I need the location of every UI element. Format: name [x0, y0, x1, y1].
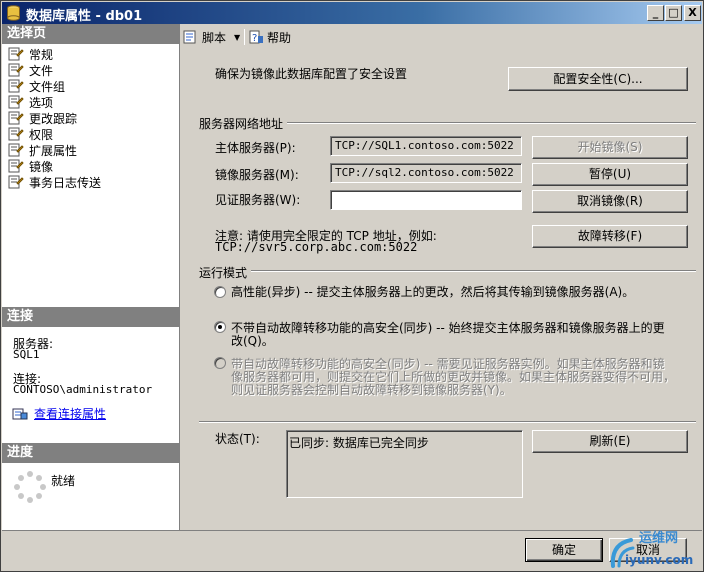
- sidebar-item-label: 常规: [29, 47, 54, 62]
- sidebar-item-general[interactable]: 常规: [8, 46, 53, 62]
- dialog-footer: 确定 取消: [2, 530, 702, 571]
- sidebar-item-options[interactable]: 选项: [8, 94, 53, 110]
- group-divider: [199, 421, 696, 423]
- progress-spinner-icon: [14, 471, 46, 503]
- view-connection-properties-link[interactable]: 查看连接属性: [12, 405, 106, 422]
- database-properties-dialog: 数据库属性 - db01 _ □ X 选择页 常规 文件 文件组 选项 更改跟踪: [0, 0, 704, 572]
- page-icon: [8, 95, 24, 109]
- server-network-header: 服务器网络地址: [199, 117, 284, 131]
- note-line-2: TCP://svr5.corp.abc.com:5022: [215, 240, 418, 254]
- sidebar-item-label: 文件组: [29, 79, 66, 94]
- server-value: SQL1: [13, 348, 40, 361]
- page-icon: [8, 143, 24, 157]
- sidebar-item-mirroring[interactable]: 镜像: [8, 158, 53, 174]
- sidebar-item-label: 文件: [29, 63, 54, 78]
- script-button[interactable]: 脚本 ▼: [183, 28, 240, 46]
- start-mirroring-button[interactable]: 开始镜像(S): [532, 136, 688, 159]
- mirror-label: 镜像服务器(M):: [215, 168, 299, 182]
- mode-high-safety-label-line2[interactable]: 改(Q)。: [231, 332, 274, 349]
- connection-value: CONTOSO\administrator: [13, 383, 153, 396]
- radio-selected-dot: [218, 325, 222, 329]
- refresh-button[interactable]: 刷新(E): [532, 430, 688, 453]
- mode-auto-failover-label-line3[interactable]: 则见证服务器会控制自动故障转移到镜像服务器(Y)。: [231, 381, 512, 398]
- page-icon: [8, 175, 24, 189]
- sidebar-item-permissions[interactable]: 权限: [8, 126, 53, 142]
- page-icon: [8, 63, 24, 77]
- help-button[interactable]: ? 帮助: [248, 28, 291, 46]
- help-label: 帮助: [267, 30, 292, 45]
- group-divider: [251, 270, 696, 272]
- pause-button[interactable]: 暂停(U): [532, 163, 688, 186]
- sidebar-item-filegroups[interactable]: 文件组: [8, 78, 65, 94]
- mode-auto-failover-radio[interactable]: [214, 357, 226, 369]
- page-icon: [8, 127, 24, 141]
- sidebar-item-files[interactable]: 文件: [8, 62, 53, 78]
- maximize-button[interactable]: □: [665, 5, 682, 21]
- sidebar-item-label: 选项: [29, 95, 54, 110]
- sidebar-item-extended-properties[interactable]: 扩展属性: [8, 142, 77, 158]
- progress-status: 就绪: [51, 474, 76, 488]
- page-icon: [8, 79, 24, 93]
- mode-high-performance-label[interactable]: 高性能(异步) -- 提交主体服务器上的更改，然后将其传输到镜像服务器(A)。: [231, 283, 634, 300]
- window-title: 数据库属性 - db01: [26, 9, 143, 24]
- principal-field[interactable]: TCP://SQL1.contoso.com:5022: [330, 136, 522, 156]
- security-note: 确保为镜像此数据库配置了安全设置: [215, 67, 408, 81]
- svg-text:?: ?: [252, 33, 257, 44]
- page-icon: [8, 47, 24, 61]
- group-divider: [287, 122, 696, 124]
- status-field: 已同步: 数据库已完全同步: [286, 430, 523, 498]
- watermark-logo: 运维网 iyunv.com: [610, 530, 693, 568]
- mode-high-safety-label-line1[interactable]: 不带自动故障转移功能的高安全(同步) -- 始终提交主体服务器和镜像服务器上的更: [231, 319, 665, 336]
- page-icon: [8, 111, 24, 125]
- mode-high-safety-radio[interactable]: [214, 321, 226, 333]
- sidebar-item-change-tracking[interactable]: 更改跟踪: [8, 110, 77, 126]
- watermark-text-top: 运维网: [639, 530, 678, 546]
- minimize-button[interactable]: _: [647, 5, 664, 21]
- configure-security-button[interactable]: 配置安全性(C)...: [508, 67, 688, 91]
- sidebar-item-label: 事务日志传送: [29, 175, 102, 190]
- select-page-header: 选择页: [2, 24, 180, 44]
- sidebar-item-label: 镜像: [29, 159, 54, 174]
- principal-label: 主体服务器(P):: [215, 141, 296, 155]
- mirror-field[interactable]: TCP://sql2.contoso.com:5022: [330, 163, 522, 183]
- watermark-text-bottom: iyunv.com: [625, 553, 693, 567]
- script-icon: [183, 30, 196, 44]
- remove-mirroring-button[interactable]: 取消镜像(R): [532, 190, 688, 213]
- mirroring-page: 确保为镜像此数据库配置了安全设置 配置安全性(C)... 服务器网络地址 主体服…: [181, 49, 702, 530]
- help-icon: ?: [249, 30, 263, 44]
- progress-header: 进度: [2, 443, 180, 463]
- connection-properties-icon: [12, 408, 28, 419]
- toolbar: 脚本 ▼ ? 帮助: [181, 25, 702, 49]
- ok-button[interactable]: 确定: [525, 538, 603, 562]
- status-label: 状态(T):: [215, 432, 260, 446]
- left-pane: 选择页 常规 文件 文件组 选项 更改跟踪 权限 扩展属性 镜像 事务日志传送 …: [2, 24, 180, 530]
- sidebar-item-label: 权限: [29, 127, 54, 142]
- toolbar-separator: [244, 29, 245, 45]
- witness-label: 见证服务器(W):: [215, 193, 301, 207]
- failover-button[interactable]: 故障转移(F): [532, 225, 688, 248]
- operating-mode-header: 运行模式: [199, 266, 248, 280]
- close-button[interactable]: X: [684, 5, 701, 21]
- witness-field[interactable]: [330, 190, 522, 210]
- chevron-down-icon: ▼: [234, 32, 241, 42]
- view-connection-properties-label: 查看连接属性: [34, 407, 107, 421]
- sidebar-item-label: 更改跟踪: [29, 111, 78, 126]
- sidebar-item-log-shipping[interactable]: 事务日志传送: [8, 174, 101, 190]
- title-bar[interactable]: 数据库属性 - db01 _ □ X: [2, 2, 702, 24]
- script-label: 脚本: [202, 30, 227, 45]
- status-value: 已同步: 数据库已完全同步: [289, 436, 429, 450]
- connection-header: 连接: [2, 307, 180, 327]
- sidebar-item-label: 扩展属性: [29, 143, 78, 158]
- database-icon: [7, 5, 20, 21]
- mode-high-performance-radio[interactable]: [214, 286, 226, 298]
- page-icon: [8, 159, 24, 173]
